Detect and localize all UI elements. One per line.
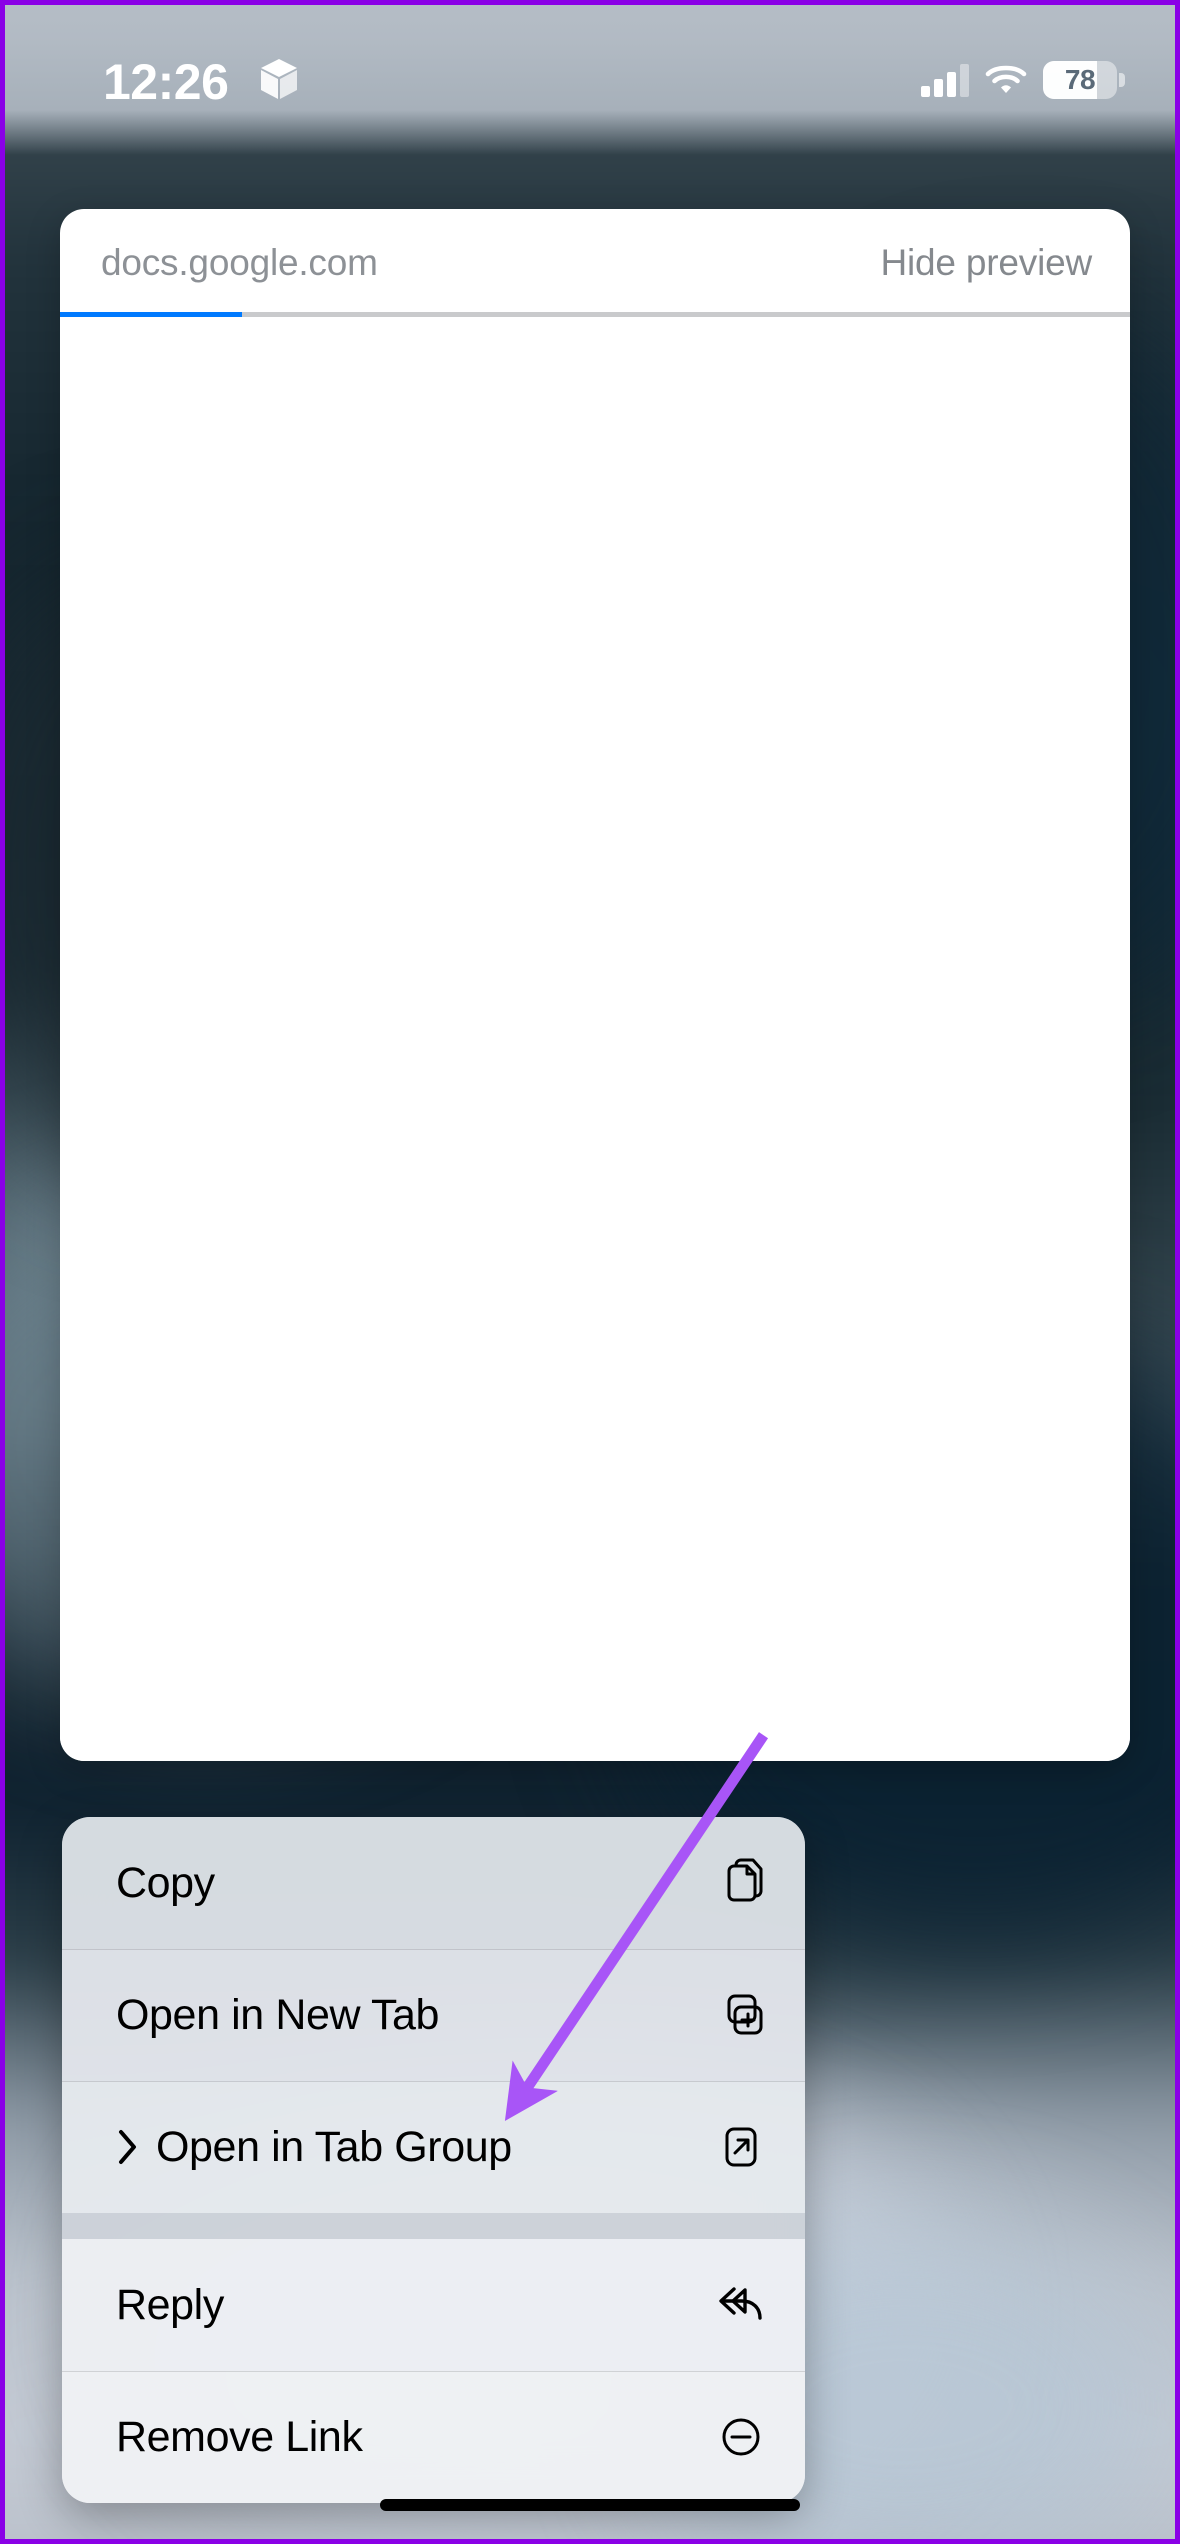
link-preview-header: docs.google.com Hide preview	[60, 209, 1130, 312]
menu-item-open-in-new-tab[interactable]: Open in New Tab	[62, 1949, 805, 2081]
chevron-right-icon	[116, 2127, 150, 2167]
preview-url-label: docs.google.com	[101, 242, 378, 283]
context-menu-separator	[62, 2213, 805, 2239]
menu-item-label: Open in Tab Group	[156, 2122, 512, 2171]
link-preview-card[interactable]: docs.google.com Hide preview	[60, 209, 1130, 1761]
hide-preview-button[interactable]: Hide preview	[881, 242, 1093, 284]
new-tab-plus-icon	[715, 1989, 767, 2041]
minus-circle-icon	[715, 2411, 767, 2463]
preview-webpage-content[interactable]	[60, 317, 1130, 1761]
open-external-arrow-icon	[715, 2121, 767, 2173]
menu-item-open-in-tab-group[interactable]: Open in Tab Group	[62, 2081, 805, 2213]
link-context-menu[interactable]: Copy Open in New Tab Open in Tab Group R…	[62, 1817, 805, 2503]
home-indicator[interactable]	[380, 2499, 800, 2511]
phone-screenshot: docs.google.com Hide preview Copy Open i…	[0, 0, 1180, 2544]
menu-item-reply[interactable]: Reply	[62, 2239, 805, 2371]
menu-item-label: Copy	[116, 1858, 215, 1907]
reply-arrow-icon	[715, 2279, 767, 2331]
menu-item-copy[interactable]: Copy	[62, 1817, 805, 1949]
context-menu-group-primary: Copy Open in New Tab Open in Tab Group	[62, 1817, 805, 2213]
menu-item-remove-link[interactable]: Remove Link	[62, 2371, 805, 2503]
menu-item-label: Remove Link	[116, 2412, 363, 2461]
menu-item-label: Open in New Tab	[116, 1990, 440, 2039]
copy-documents-icon	[715, 1857, 767, 1909]
context-menu-group-secondary: Reply Remove Link	[62, 2239, 805, 2503]
menu-item-label: Reply	[116, 2280, 224, 2329]
